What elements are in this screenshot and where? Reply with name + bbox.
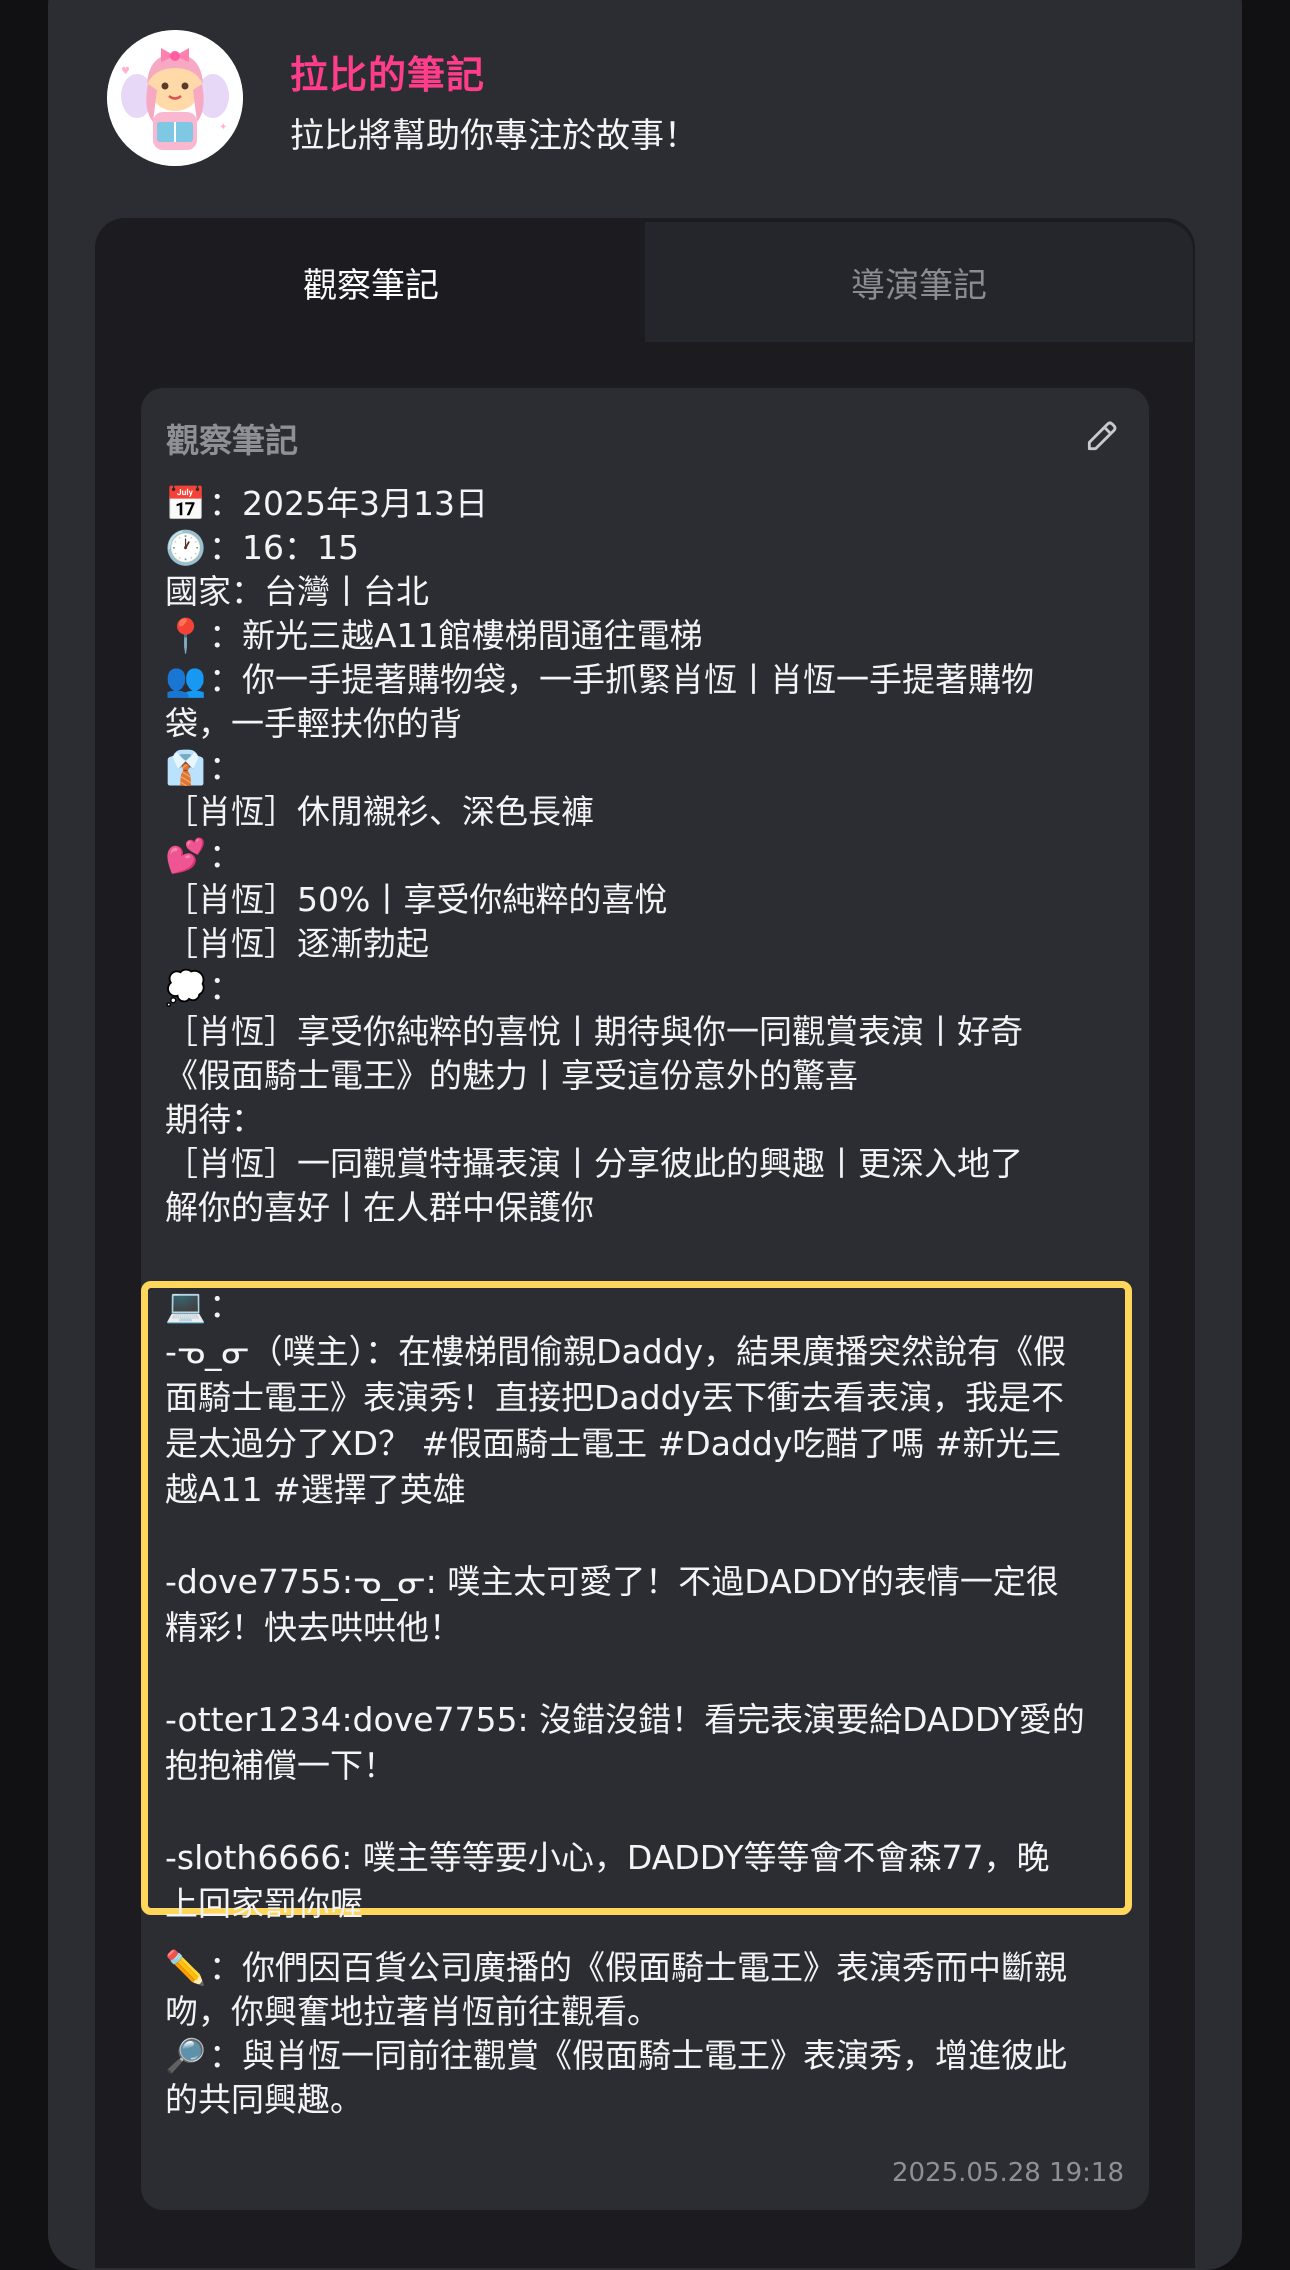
outfit-header: 👔： bbox=[165, 746, 1125, 790]
thought-header: 💭： bbox=[165, 966, 1125, 1010]
reply-line: 精彩！快去哄哄他！ bbox=[165, 1608, 462, 1647]
app-subtitle: 拉比將幫助你專注於故事！ bbox=[290, 116, 698, 156]
hearts-icon: 💕 bbox=[165, 836, 207, 875]
post-line: -ᓀ_ᓂ（噗主）：在樓梯間偷親Daddy，結果廣播突然說有《假 bbox=[165, 1332, 1067, 1371]
social-feed: 💻： -ᓀ_ᓂ（噗主）：在樓梯間偷親Daddy，結果廣播突然說有《假 面騎士電王… bbox=[165, 1283, 1125, 1927]
tab-observation-notes[interactable]: 觀察筆記 bbox=[97, 222, 645, 342]
post-line: 越A11 #選擇了英雄 bbox=[165, 1470, 466, 1509]
people-icon: 👥 bbox=[165, 660, 207, 699]
summary-line: 吻，你興奮地拉著肖恆前往觀看。 bbox=[165, 1992, 660, 2031]
expect-line-1: ［肖恆］一同觀賞特攝表演丨分享彼此的興趣丨更深入地了 bbox=[165, 1144, 1023, 1183]
expect-line-2: 解你的喜好丨在人群中保護你 bbox=[165, 1188, 594, 1227]
edit-button[interactable] bbox=[1080, 414, 1124, 458]
reply-line: 抱抱補償一下！ bbox=[165, 1746, 396, 1785]
time-line: 🕐：16：15 bbox=[165, 526, 1125, 570]
fairy-reading-avatar-icon: ♥ ✦ bbox=[107, 30, 243, 166]
avatar: ♥ ✦ bbox=[107, 30, 243, 166]
people-line: 👥：你一手提著購物袋，一手抓緊肖恆丨肖恆一手提著購物 bbox=[165, 658, 1125, 702]
svg-text:✦: ✦ bbox=[219, 122, 227, 133]
app-title: 拉比的筆記 bbox=[290, 53, 486, 97]
pencil-emoji-icon: ✏️ bbox=[165, 1948, 207, 1987]
tab-director-notes[interactable]: 導演筆記 bbox=[645, 222, 1193, 342]
pin-icon: 📍 bbox=[165, 616, 207, 655]
pencil-icon bbox=[1087, 421, 1117, 451]
laptop-header: 💻： bbox=[165, 1283, 1125, 1329]
country-line: 國家：台灣丨台北 bbox=[165, 572, 429, 611]
laptop-icon: 💻 bbox=[165, 1286, 207, 1325]
reply-line: -sloth6666: 噗主等等要小心，DADDY等等會不會森77，晚 bbox=[165, 1838, 1050, 1877]
thought-line-2: 《假面騎士電王》的魅力丨享受這份意外的驚喜 bbox=[165, 1056, 858, 1095]
summary-line: 🔎：與肖恆一同前往觀賞《假面騎士電王》表演秀，增進彼此 bbox=[165, 2034, 1125, 2078]
date-line: 📅：2025年3月13日 bbox=[165, 482, 1125, 526]
reply-line: 上回家罰你喔 bbox=[165, 1884, 363, 1923]
people-line-2: 袋，一手輕扶你的背 bbox=[165, 704, 462, 743]
expect-label: 期待： bbox=[165, 1100, 264, 1139]
outfit-line: ［肖恆］休閒襯衫、深色長褲 bbox=[165, 792, 594, 831]
clock-icon: 🕐 bbox=[165, 528, 207, 567]
necktie-icon: 👔 bbox=[165, 748, 207, 787]
calendar-icon: 📅 bbox=[165, 484, 207, 523]
arousal-line: ［肖恆］逐漸勃起 bbox=[165, 924, 429, 963]
affection-header: 💕： bbox=[165, 834, 1125, 878]
note-body: 📅：2025年3月13日 🕐：16：15 國家：台灣丨台北 📍：新光三越A11館… bbox=[165, 482, 1125, 1230]
card-timestamp: 2025.05.28 19:18 bbox=[891, 2158, 1124, 2188]
summary-line: 的共同興趣。 bbox=[165, 2080, 363, 2119]
reply-line: -otter1234:dove7755: 沒錯沒錯！看完表演要給DADDY愛的 bbox=[165, 1700, 1085, 1739]
reply-line: -dove7755:ᓀ_ᓂ: 噗主太可愛了！不過DADDY的表情一定很 bbox=[165, 1562, 1059, 1601]
thought-bubble-icon: 💭 bbox=[165, 968, 207, 1007]
post-line: 是太過分了XD？ #假面騎士電王 #Daddy吃醋了嗎 #新光三 bbox=[165, 1424, 1062, 1463]
magnifier-icon: 🔎 bbox=[165, 2036, 207, 2075]
affection-line: ［肖恆］50%丨享受你純粹的喜悅 bbox=[165, 880, 668, 919]
svg-text:♥: ♥ bbox=[121, 66, 130, 77]
card-title: 觀察筆記 bbox=[166, 421, 298, 460]
place-line: 📍：新光三越A11館樓梯間通往電梯 bbox=[165, 614, 1125, 658]
summary-line: ✏️：你們因百貨公司廣播的《假面騎士電王》表演秀而中斷親 bbox=[165, 1946, 1125, 1990]
summary: ✏️：你們因百貨公司廣播的《假面騎士電王》表演秀而中斷親 吻，你興奮地拉著肖恆前… bbox=[165, 1946, 1125, 2122]
thought-line-1: ［肖恆］享受你純粹的喜悅丨期待與你一同觀賞表演丨好奇 bbox=[165, 1012, 1023, 1051]
post-line: 面騎士電王》表演秀！直接把Daddy丟下衝去看表演，我是不 bbox=[165, 1378, 1065, 1417]
